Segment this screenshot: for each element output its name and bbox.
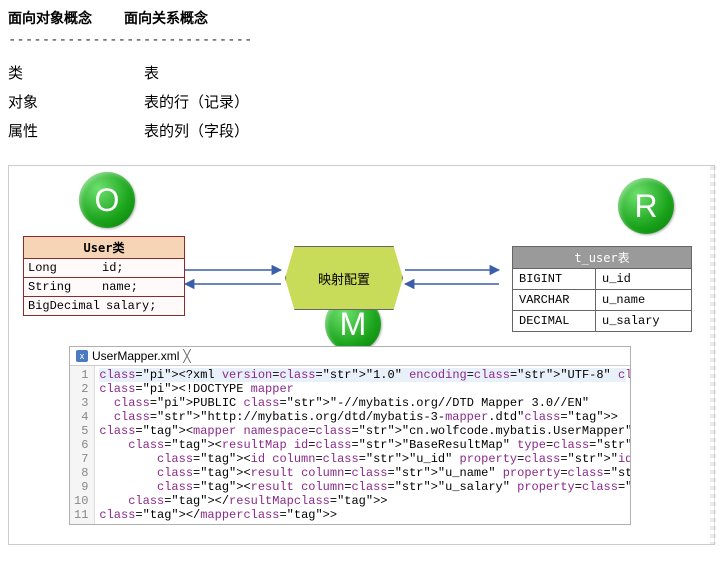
mapping-row: 类表 bbox=[8, 58, 265, 87]
gutter-line: 6 bbox=[74, 438, 88, 452]
code-line: class="tag"><mapper namespace=class="str… bbox=[99, 424, 630, 438]
user-field-type: String bbox=[28, 280, 96, 294]
mapping-rel: 表的列（字段） bbox=[144, 116, 265, 145]
tuser-row: BIGINTu_id bbox=[513, 269, 691, 290]
user-field-name: salary; bbox=[106, 299, 156, 313]
gutter-line: 5 bbox=[74, 424, 88, 438]
tuser-table-box: t_user表 BIGINTu_idVARCHARu_nameDECIMALu_… bbox=[512, 246, 692, 332]
code-line: class="tag"></resultMapclass="tag">> bbox=[99, 494, 387, 508]
user-class-box: User类 Long id; String name;BigDecimal salary… bbox=[23, 236, 185, 316]
user-field-type: BigDecimal bbox=[28, 299, 100, 313]
concept-mapping-table: 类表对象表的行（记录）属性表的列（字段） bbox=[8, 58, 265, 145]
code-line: class="str">"http://mybatis.org/dtd/myba… bbox=[99, 410, 618, 424]
gutter-line: 3 bbox=[74, 396, 88, 410]
code-line: class="tag"></mapperclass="tag">> bbox=[99, 508, 337, 522]
circle-r: R bbox=[618, 178, 674, 234]
circle-o: O bbox=[79, 172, 135, 228]
mapping-rel: 表 bbox=[144, 58, 265, 87]
mapping-rel: 表的行（记录） bbox=[144, 87, 265, 116]
user-class-row: Long id; bbox=[24, 259, 184, 278]
code-line: class="pi">PUBLIC class="str">"-//mybati… bbox=[99, 396, 589, 410]
tuser-title: t_user表 bbox=[513, 247, 691, 269]
mapping-oo: 对象 bbox=[8, 87, 144, 116]
tuser-dbtype: VARCHAR bbox=[513, 290, 596, 310]
gutter-line: 9 bbox=[74, 480, 88, 494]
xml-file-icon: x bbox=[76, 350, 88, 362]
code-line: class="tag"><result column=class="str">"… bbox=[99, 480, 630, 494]
gutter-line: 1 bbox=[74, 368, 88, 382]
gutter-line: 4 bbox=[74, 410, 88, 424]
tuser-column: u_name bbox=[596, 290, 691, 310]
mapping-oo: 属性 bbox=[8, 116, 144, 145]
gutter-line: 7 bbox=[74, 452, 88, 466]
code-line: class="tag"><result column=class="str">"… bbox=[99, 466, 630, 480]
user-class-row: String name; bbox=[24, 278, 184, 297]
gutter-line: 10 bbox=[74, 494, 88, 508]
gutter-line: 11 bbox=[74, 508, 88, 522]
editor-tab[interactable]: x UserMapper.xml ╳ bbox=[70, 347, 630, 366]
orm-diagram: O R M User类 Longid;Stringname;BigDecimal… bbox=[8, 165, 715, 545]
header-relational: 面向关系概念 bbox=[124, 8, 208, 28]
mapping-row: 属性表的列（字段） bbox=[8, 116, 265, 145]
tuser-dbtype: DECIMAL bbox=[513, 311, 596, 331]
line-gutter: 1234567891011 bbox=[70, 366, 95, 524]
code-line: class="tag"><id column=class="str">"u_id… bbox=[99, 452, 630, 466]
tuser-row: VARCHARu_name bbox=[513, 290, 691, 311]
user-class-row: BigDecimal salary; bbox=[24, 297, 184, 315]
code-body: class="pi"><?xml version=class="str">"1.… bbox=[95, 366, 630, 524]
user-class-title: User类 bbox=[24, 237, 184, 259]
header-oo: 面向对象概念 bbox=[8, 8, 92, 28]
tuser-column: u_salary bbox=[596, 311, 691, 331]
code-line: class="pi"><?xml version=class="str">"1.… bbox=[99, 368, 626, 382]
mapping-config-box: 映射配置 bbox=[285, 246, 403, 310]
separator: ----------------------------- bbox=[8, 32, 715, 48]
gutter-line: 2 bbox=[74, 382, 88, 396]
tuser-dbtype: BIGINT bbox=[513, 269, 596, 289]
mapping-oo: 类 bbox=[8, 58, 144, 87]
code-line: class="pi"><!DOCTYPE mapper bbox=[99, 382, 293, 396]
user-field-name: id; bbox=[102, 261, 124, 275]
gutter-line: 8 bbox=[74, 466, 88, 480]
code-editor: x UserMapper.xml ╳ 1234567891011 class="… bbox=[69, 346, 631, 525]
concept-headers: 面向对象概念 面向关系概念 bbox=[8, 8, 715, 28]
mapping-row: 对象表的行（记录） bbox=[8, 87, 265, 116]
tuser-row: DECIMALu_salary bbox=[513, 311, 691, 331]
code-line: class="tag"><resultMap id=class="str">"B… bbox=[99, 438, 630, 452]
tuser-column: u_id bbox=[596, 269, 691, 289]
editor-tab-label: UserMapper.xml bbox=[92, 349, 179, 363]
user-field-name: name; bbox=[102, 280, 138, 294]
user-field-type: Long bbox=[28, 261, 96, 275]
editor-tab-dirty-icon: ╳ bbox=[183, 349, 190, 363]
